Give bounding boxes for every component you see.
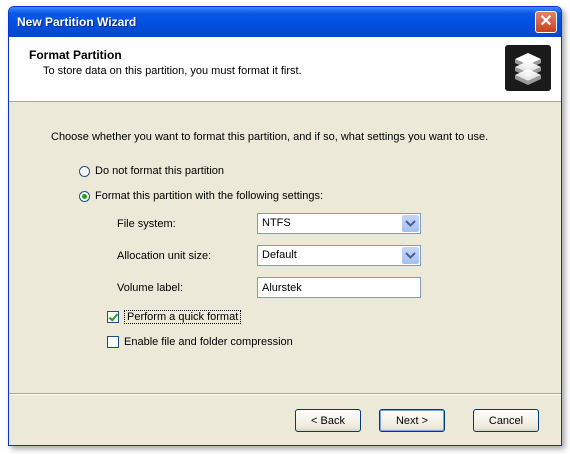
quick-format-checkbox[interactable]	[107, 311, 119, 323]
window-title: New Partition Wizard	[17, 15, 137, 29]
quick-format-option[interactable]: Perform a quick format	[107, 310, 242, 324]
volume-label-input[interactable]	[257, 277, 421, 298]
close-button[interactable]: ✕	[535, 11, 557, 33]
file-system-label: File system:	[117, 218, 176, 230]
back-button[interactable]: < Back	[295, 409, 361, 432]
compression-checkbox[interactable]	[107, 336, 119, 348]
chevron-down-icon[interactable]	[402, 215, 419, 232]
allocation-unit-value: Default	[262, 249, 297, 261]
allocation-unit-select[interactable]: Default	[257, 245, 421, 266]
format-radio[interactable]	[79, 190, 90, 202]
compression-label: Enable file and folder compression	[124, 336, 293, 348]
compression-option[interactable]: Enable file and folder compression	[107, 336, 293, 348]
file-system-select[interactable]: NTFS	[257, 213, 421, 234]
no-format-option[interactable]: Do not format this partition	[79, 165, 224, 177]
disks-icon	[505, 45, 551, 91]
format-label: Format this partition with the following…	[95, 190, 324, 202]
format-option[interactable]: Format this partition with the following…	[79, 190, 323, 202]
footer-divider	[9, 393, 561, 395]
wizard-header: Format Partition To store data on this p…	[9, 37, 561, 102]
next-button[interactable]: Next >	[379, 409, 445, 432]
instructions-text: Choose whether you want to format this p…	[51, 131, 489, 143]
no-format-radio[interactable]	[79, 165, 90, 177]
page-title: Format Partition	[29, 48, 122, 62]
wizard-window: New Partition Wizard ✕ Format Partition …	[8, 6, 562, 446]
cancel-button[interactable]: Cancel	[473, 409, 539, 432]
close-icon: ✕	[539, 13, 553, 30]
allocation-unit-label: Allocation unit size:	[117, 250, 212, 262]
file-system-value: NTFS	[262, 217, 291, 229]
no-format-label: Do not format this partition	[95, 165, 225, 177]
page-subtitle: To store data on this partition, you mus…	[43, 65, 302, 77]
volume-label-label: Volume label:	[117, 282, 184, 294]
chevron-down-icon[interactable]	[402, 247, 419, 264]
title-bar[interactable]: New Partition Wizard ✕	[9, 7, 561, 37]
quick-format-label: Perform a quick format	[124, 310, 242, 324]
